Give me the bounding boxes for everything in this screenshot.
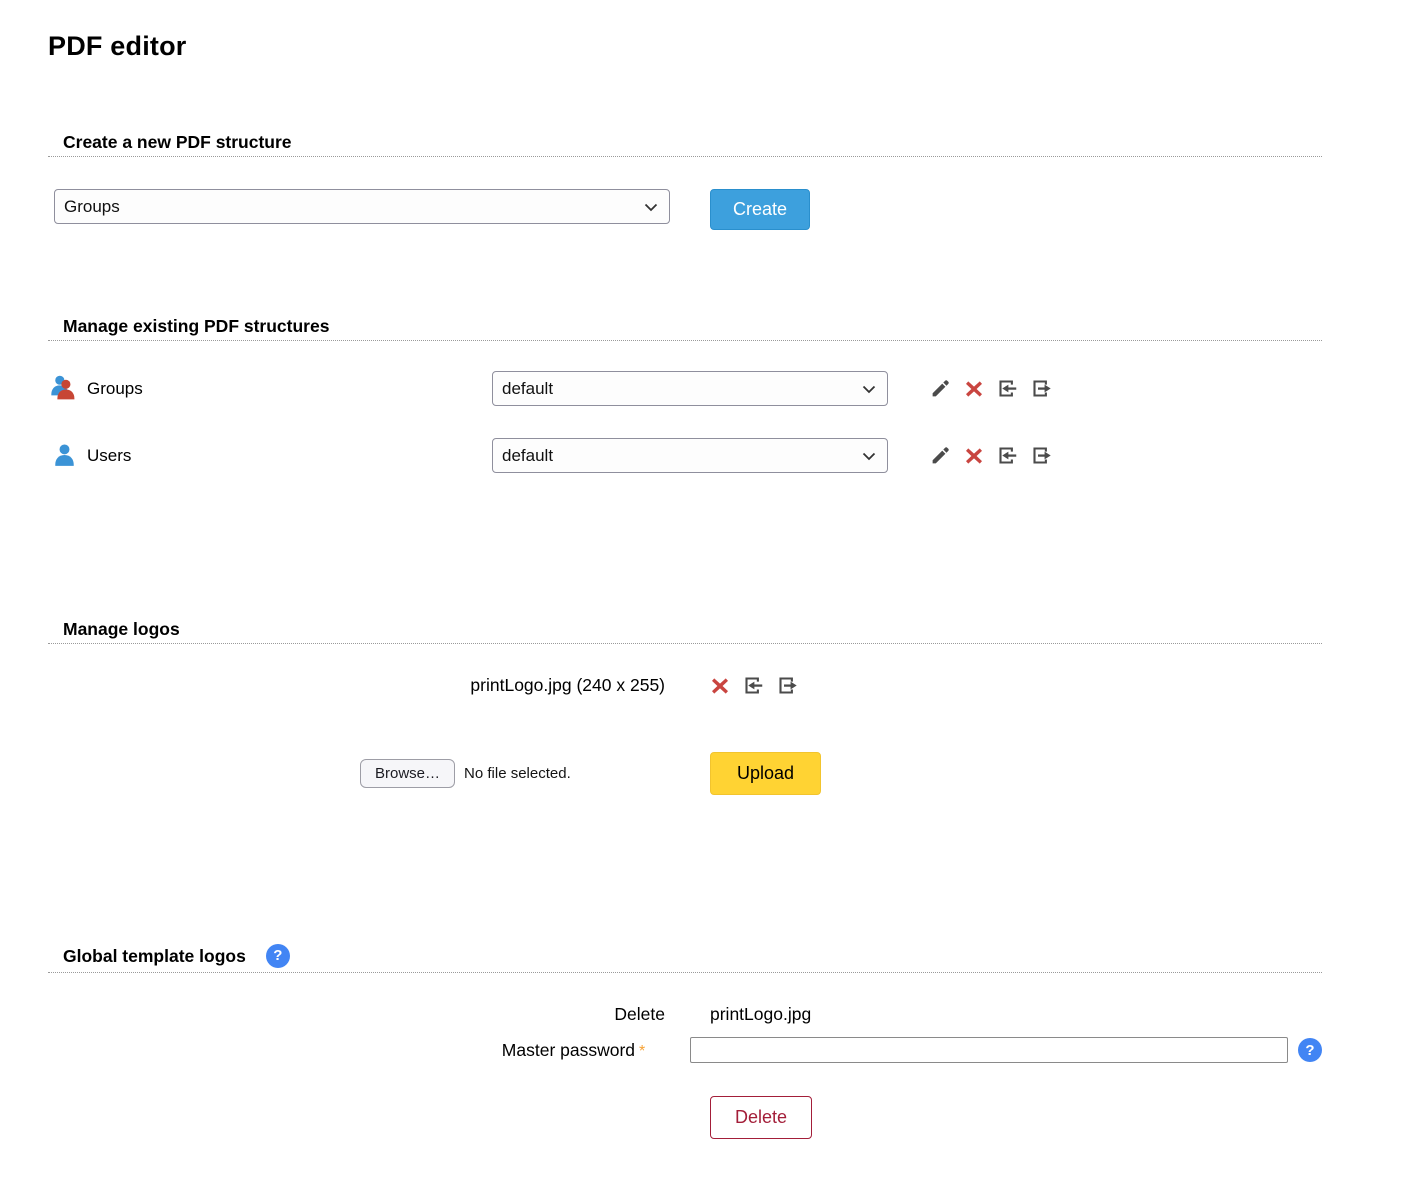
help-icon[interactable]: ? — [1298, 1038, 1322, 1062]
groups-template-select[interactable]: default — [492, 371, 888, 406]
page-title: PDF editor — [48, 32, 1322, 60]
groups-row-actions — [930, 378, 1052, 399]
delete-logo-filename: printLogo.jpg — [710, 1004, 811, 1025]
structure-template-select-wrap: default — [492, 438, 888, 473]
pdf-editor-page: PDF editor Create a new PDF structure Gr… — [0, 0, 1413, 1139]
groups-icon — [51, 375, 78, 402]
structure-type-select-wrap: Groups — [54, 189, 670, 224]
edit-icon[interactable] — [930, 378, 951, 399]
master-password-row: Master password* ? — [48, 1037, 1322, 1063]
export-icon[interactable] — [1031, 378, 1052, 399]
users-template-select[interactable]: default — [492, 438, 888, 473]
create-structure-heading: Create a new PDF structure — [48, 132, 1322, 157]
upload-row: Browse… No file selected. Upload — [48, 751, 1322, 795]
structure-label: Users — [87, 446, 131, 466]
create-structure-row: Groups Create — [48, 189, 1322, 230]
import-icon[interactable] — [997, 378, 1018, 399]
logo-filename: printLogo.jpg (240 x 255) — [470, 675, 665, 696]
logo-row: printLogo.jpg (240 x 255) — [48, 675, 1322, 696]
user-icon — [51, 442, 78, 469]
export-icon[interactable] — [777, 675, 798, 696]
structure-row-groups: Groups default — [48, 371, 1322, 406]
global-template-logos-title: Global template logos — [63, 946, 246, 966]
delete-button[interactable]: Delete — [710, 1096, 812, 1139]
structure-name-users: Users — [48, 442, 492, 469]
delete-button-row: Delete — [48, 1096, 1322, 1139]
help-icon[interactable]: ? — [266, 944, 290, 968]
master-password-input[interactable] — [690, 1037, 1288, 1063]
import-icon[interactable] — [997, 445, 1018, 466]
required-marker: * — [639, 1043, 645, 1060]
file-input: Browse… No file selected. — [360, 759, 665, 788]
users-row-actions — [930, 445, 1052, 466]
no-file-text: No file selected. — [464, 765, 571, 782]
delete-logo-row: Delete printLogo.jpg — [48, 1004, 1322, 1025]
manage-logos-heading: Manage logos — [48, 619, 1322, 644]
structure-template-select-wrap: default — [492, 371, 888, 406]
delete-icon[interactable] — [964, 446, 984, 466]
delete-icon[interactable] — [710, 676, 730, 696]
export-icon[interactable] — [1031, 445, 1052, 466]
master-password-label-text: Master password — [502, 1040, 635, 1060]
upload-button[interactable]: Upload — [710, 752, 821, 795]
manage-logos-section: Manage logos printLogo.jpg (240 x 255) — [48, 619, 1322, 795]
logo-actions — [710, 675, 798, 696]
delete-label: Delete — [614, 1004, 665, 1025]
structure-row-users: Users default — [48, 438, 1322, 473]
manage-structures-heading: Manage existing PDF structures — [48, 316, 1322, 341]
create-button[interactable]: Create — [710, 189, 810, 230]
structure-type-select[interactable]: Groups — [54, 189, 670, 224]
master-password-label: Master password* — [502, 1040, 645, 1061]
browse-button[interactable]: Browse… — [360, 759, 455, 788]
global-template-logos-heading: Global template logos ? — [48, 944, 1322, 973]
import-icon[interactable] — [743, 675, 764, 696]
edit-icon[interactable] — [930, 445, 951, 466]
structure-name-groups: Groups — [48, 375, 492, 402]
structure-label: Groups — [87, 379, 143, 399]
create-structure-section: Create a new PDF structure Groups Create — [48, 132, 1322, 230]
manage-structures-section: Manage existing PDF structures Groups de… — [48, 316, 1322, 473]
global-template-logos-section: Global template logos ? Delete printLogo… — [48, 944, 1322, 1139]
delete-icon[interactable] — [964, 379, 984, 399]
